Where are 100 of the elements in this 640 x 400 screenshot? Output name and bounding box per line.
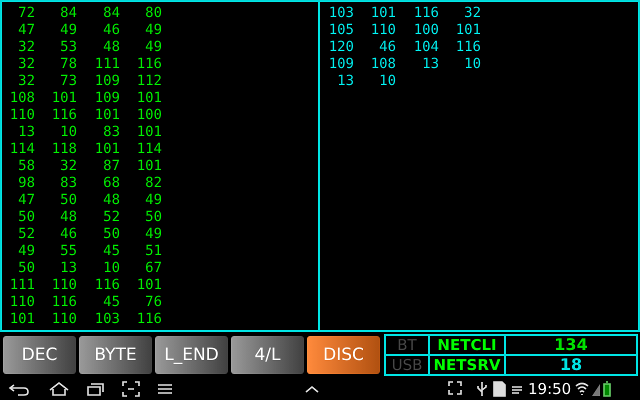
byte-value: 109 (94, 90, 120, 107)
byte-value: 52 (17, 226, 35, 243)
byte-value: 45 (102, 243, 120, 260)
byte-value: 49 (144, 226, 162, 243)
byte-value: 109 (328, 56, 354, 73)
byte-value: 46 (378, 39, 396, 56)
byte-value: 110 (50, 277, 77, 294)
byte-value: 111 (8, 277, 35, 294)
byte-value: 101 (94, 141, 120, 158)
byte-value: 51 (144, 243, 162, 260)
byte-value: 101 (370, 5, 396, 22)
byte-value: 13 (336, 73, 354, 90)
byte-value: 10 (102, 260, 120, 277)
link-label: USB (385, 355, 429, 375)
wifi-icon[interactable] (575, 381, 590, 397)
byte-value: 114 (8, 141, 35, 158)
clock-time: 19:50 (528, 380, 572, 398)
byte-value: 68 (102, 175, 120, 192)
byte-value: 82 (144, 175, 162, 192)
byte-value: 116 (94, 277, 120, 294)
byte-value: 46 (59, 226, 77, 243)
byte-value: 100 (412, 22, 439, 39)
count-value: 18 (560, 356, 582, 374)
mode-button[interactable]: BYTE (79, 336, 152, 374)
sd-card-icon[interactable] (492, 381, 506, 397)
byte-value: 109 (94, 73, 120, 90)
mode-button[interactable]: 4/L (231, 336, 304, 374)
mode-button[interactable]: DEC (3, 336, 76, 374)
byte-value: 10 (463, 56, 481, 73)
byte-value: 101 (454, 22, 481, 39)
byte-value: 83 (102, 124, 120, 141)
byte-value: 13 (17, 124, 35, 141)
recents-icon[interactable] (86, 381, 106, 397)
byte-value: 48 (102, 39, 120, 56)
byte-value: 50 (17, 260, 35, 277)
byte-value: 101 (94, 107, 120, 124)
byte-value: 112 (136, 73, 162, 90)
byte-value: 49 (59, 22, 77, 39)
byte-value: 49 (144, 192, 162, 209)
byte-value: 32 (17, 73, 35, 90)
byte-value: 84 (59, 5, 77, 22)
byte-value: 47 (17, 192, 35, 209)
expand-icon[interactable] (448, 381, 462, 397)
byte-value: 87 (102, 158, 120, 175)
byte-value: 101 (136, 277, 162, 294)
byte-value: 13 (59, 260, 77, 277)
screenshot-icon[interactable] (122, 381, 140, 397)
byte-value: 101 (136, 90, 162, 107)
byte-value: 58 (17, 158, 35, 175)
byte-value: 118 (50, 141, 77, 158)
byte-value: 10 (59, 124, 77, 141)
byte-value: 110 (8, 294, 35, 311)
byte-value: 52 (102, 209, 120, 226)
byte-value: 48 (102, 192, 120, 209)
byte-value: 50 (144, 209, 162, 226)
byte-value: 105 (328, 22, 354, 39)
byte-value: 32 (17, 56, 35, 73)
byte-value: 48 (59, 209, 77, 226)
byte-value: 114 (136, 141, 162, 158)
byte-value: 84 (102, 5, 120, 22)
mode-label: NETCLI (429, 335, 505, 355)
byte-value: 53 (59, 39, 77, 56)
mode-label: NETSRV (429, 355, 505, 375)
byte-value: 32 (17, 39, 35, 56)
byte-value: 116 (50, 107, 77, 124)
byte-value: 47 (17, 22, 35, 39)
byte-value: 116 (412, 5, 439, 22)
byte-value: 110 (370, 22, 396, 39)
byte-value: 101 (136, 158, 162, 175)
byte-value: 104 (412, 39, 439, 56)
byte-value: 49 (17, 243, 35, 260)
byte-value: 67 (144, 260, 162, 277)
usb-icon[interactable] (476, 381, 488, 397)
byte-value: 13 (421, 56, 439, 73)
byte-value: 101 (8, 311, 35, 328)
byte-value: 80 (144, 5, 162, 22)
mode-button[interactable]: L_END (155, 336, 228, 374)
byte-value: 45 (102, 294, 120, 311)
byte-value: 108 (370, 56, 396, 73)
mode-button[interactable]: DISC (307, 336, 380, 374)
byte-value: 78 (59, 56, 77, 73)
byte-value: 98 (17, 175, 35, 192)
byte-value: 76 (144, 294, 162, 311)
byte-value: 116 (454, 39, 481, 56)
byte-value: 110 (50, 311, 77, 328)
byte-value: 101 (50, 90, 77, 107)
byte-value: 50 (59, 192, 77, 209)
byte-value: 72 (17, 5, 35, 22)
byte-value: 116 (136, 311, 162, 328)
byte-value: 108 (8, 90, 35, 107)
byte-value: 100 (136, 107, 162, 124)
byte-value: 49 (144, 22, 162, 39)
battery-icon[interactable] (603, 381, 612, 397)
home-icon[interactable] (48, 381, 70, 397)
byte-value: 111 (94, 56, 120, 73)
menu-icon[interactable] (156, 381, 174, 397)
byte-value: 103 (94, 311, 120, 328)
byte-value: 50 (17, 209, 35, 226)
byte-value: 73 (59, 73, 77, 90)
byte-value: 55 (59, 243, 77, 260)
